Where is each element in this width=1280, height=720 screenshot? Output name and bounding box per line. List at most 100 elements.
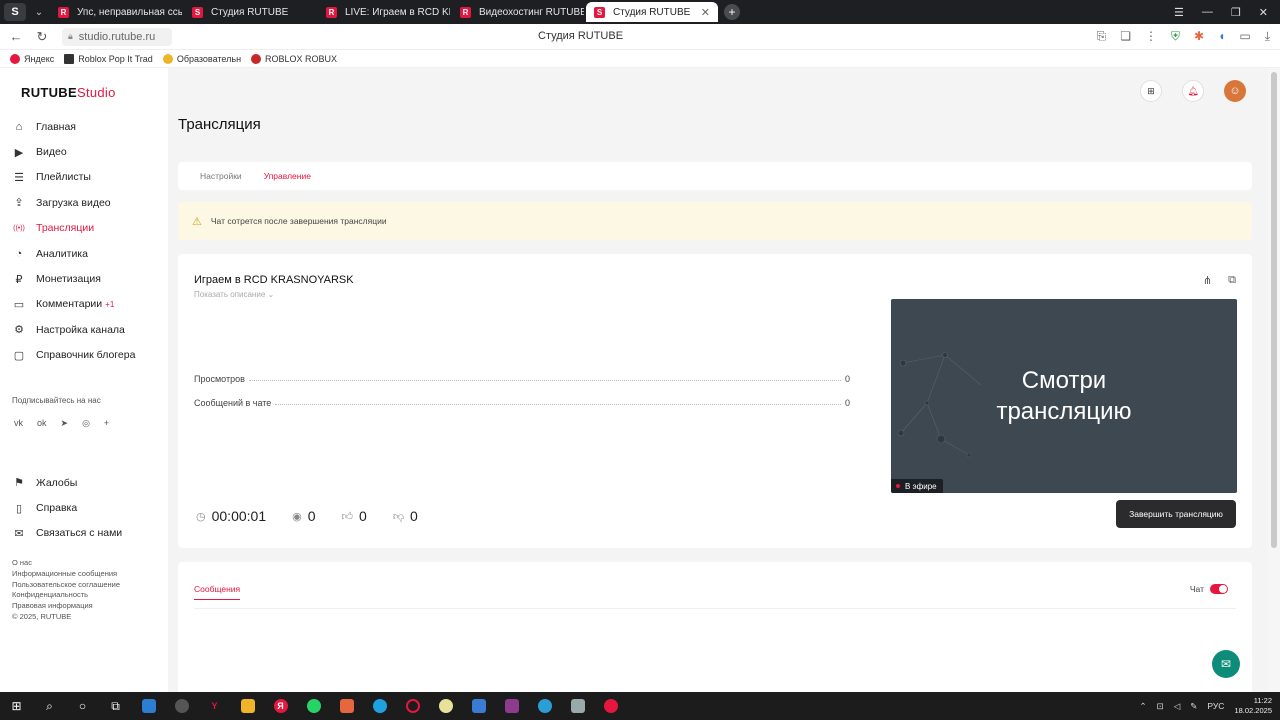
shield-app-icon[interactable] bbox=[462, 692, 495, 720]
end-stream-button[interactable]: Завершить трансляцию bbox=[1116, 500, 1236, 528]
sidebar-item-monetization[interactable]: ₽ Монетизация bbox=[12, 266, 135, 291]
menu-icon[interactable]: ☰ bbox=[1174, 6, 1184, 19]
more-icon[interactable]: ⋮ bbox=[1145, 29, 1157, 44]
flag-icon: ⚑ bbox=[14, 477, 24, 490]
footer-link-privacy[interactable]: Конфиденциальность bbox=[12, 590, 120, 601]
reload-icon[interactable]: ↻ bbox=[32, 29, 52, 45]
shield-icon[interactable]: ⛨ bbox=[1171, 29, 1180, 44]
sidebar-item-contact[interactable]: ✉ Связаться с нами bbox=[12, 521, 122, 546]
sidebar-item-playlists[interactable]: ☰ Плейлисты bbox=[12, 165, 135, 190]
volume-icon[interactable]: ◁ bbox=[1174, 701, 1181, 712]
footer-link-about[interactable]: О нас bbox=[12, 558, 120, 569]
start-icon[interactable]: ⊞ bbox=[0, 692, 33, 720]
browser-tab[interactable]: RLIVE: Играем в RCD KRAS bbox=[318, 2, 450, 22]
chrome-icon[interactable] bbox=[429, 692, 462, 720]
chat-switch[interactable] bbox=[1210, 584, 1228, 594]
browser-tab-active[interactable]: S Студия RUTUBE ✕ bbox=[586, 2, 718, 22]
bell-icon[interactable]: 🔔︎ bbox=[1182, 80, 1204, 102]
sidebar-item-complaints[interactable]: ⚑ Жалобы bbox=[12, 470, 122, 495]
translate-icon[interactable]: ⎘ bbox=[1097, 29, 1107, 44]
whatsapp-icon[interactable] bbox=[297, 692, 330, 720]
browser-icon[interactable] bbox=[528, 692, 561, 720]
bookmark-item[interactable]: Roblox Pop It Trad bbox=[64, 53, 153, 64]
download-icon[interactable]: ⤓ bbox=[1265, 29, 1270, 44]
close-window-icon[interactable]: ✕ bbox=[1259, 6, 1268, 19]
task-view-icon[interactable]: ⧉ bbox=[99, 692, 132, 720]
more-socials-icon[interactable]: + bbox=[104, 418, 109, 429]
support-chat-icon[interactable]: ✉ bbox=[1212, 650, 1240, 678]
minimize-icon[interactable]: — bbox=[1202, 6, 1213, 19]
windows-taskbar: ⊞ ⌕ ○ ⧉ Y Я ⌃ ⊡ ◁ ✎ РУС 11:22 18.02.2025 bbox=[0, 692, 1280, 720]
footer-link-info[interactable]: Информационные сообщения bbox=[12, 569, 120, 580]
bookmark-item[interactable]: ROBLOX ROBUX bbox=[251, 53, 337, 64]
add-content-icon[interactable]: ⊞ bbox=[1140, 80, 1162, 102]
chevron-down-icon[interactable]: ⌄ bbox=[30, 3, 48, 21]
record-icon[interactable] bbox=[594, 692, 627, 720]
network-icon[interactable]: ⊡ bbox=[1157, 701, 1164, 712]
metric-dislikes: 👎︎ 0 bbox=[392, 508, 418, 524]
sidebar-item-blogger-guide[interactable]: ▢ Справочник блогера bbox=[12, 343, 136, 368]
chevron-up-icon[interactable]: ⌃ bbox=[1140, 701, 1147, 712]
sidebar-item-channel-settings[interactable]: ⚙ Настройка канала bbox=[12, 317, 135, 342]
viewers-icon: ◉ bbox=[292, 510, 302, 523]
sidebar-item-upload[interactable]: ⇪ Загрузка видео bbox=[12, 190, 135, 215]
cortana-icon[interactable]: ○ bbox=[66, 692, 99, 720]
address-bar: ← ↻ 🔒︎ studio.rutube.ru Студия RUTUBE ⎘ ❏… bbox=[0, 24, 1280, 50]
telegram-icon[interactable]: ➤ bbox=[61, 418, 69, 429]
audio-icon[interactable]: ◖ bbox=[1218, 29, 1225, 44]
back-icon[interactable]: ← bbox=[6, 29, 26, 44]
yandex-icon[interactable]: Я bbox=[264, 692, 297, 720]
bookmark-icon[interactable]: ❏ bbox=[1120, 29, 1131, 44]
scrollbar-thumb[interactable] bbox=[1271, 72, 1277, 548]
app-icon[interactable] bbox=[561, 692, 594, 720]
opera-icon[interactable] bbox=[396, 692, 429, 720]
maximize-icon[interactable]: ❐ bbox=[1231, 6, 1241, 19]
tab-management[interactable]: Управление bbox=[264, 171, 311, 181]
browser-tab[interactable]: RВидеохостинг RUTUBE. С bbox=[452, 2, 584, 22]
avatar[interactable]: ☺ bbox=[1224, 80, 1246, 102]
store-icon[interactable] bbox=[132, 692, 165, 720]
sidebar-item-home[interactable]: ⌂ Главная bbox=[12, 114, 135, 139]
footer-link-agreement[interactable]: Пользовательское соглашение bbox=[12, 580, 120, 591]
sidebar-item-help[interactable]: ▯ Справка bbox=[12, 495, 122, 520]
browser-tab[interactable]: S Студия RUTUBE bbox=[184, 2, 316, 22]
clock[interactable]: 11:22 18.02.2025 bbox=[1234, 696, 1272, 716]
show-description-toggle[interactable]: Показать описание ⌄ bbox=[194, 290, 274, 299]
edge-icon[interactable] bbox=[363, 692, 396, 720]
page-scrollbar[interactable] bbox=[1268, 68, 1280, 692]
sidebar-item-comments[interactable]: ▭ Комментарии +1 bbox=[12, 292, 135, 317]
sidebar-item-analytics[interactable]: ◔ Аналитика bbox=[12, 241, 135, 266]
search-icon[interactable]: ⌕ bbox=[33, 692, 66, 720]
bookmark-item[interactable]: Яндекс bbox=[10, 53, 54, 64]
pen-icon[interactable]: ✎ bbox=[1190, 701, 1197, 712]
ok-icon[interactable]: ok bbox=[37, 418, 47, 429]
rutube-favicon-icon: R bbox=[58, 6, 69, 18]
yandex-browser-icon[interactable]: Y bbox=[198, 692, 231, 720]
new-tab-button[interactable]: + bbox=[724, 4, 740, 20]
rutube-studio-logo[interactable]: RUTUBEStudio bbox=[21, 85, 116, 100]
extension-icon[interactable]: ✱ bbox=[1194, 29, 1204, 44]
url-field[interactable]: 🔒︎ studio.rutube.ru bbox=[62, 27, 172, 46]
browser-tab[interactable]: RУпс, неправильная ссылка bbox=[50, 2, 182, 22]
browser-brand-button[interactable]: S bbox=[4, 3, 26, 21]
close-tab-icon[interactable]: ✕ bbox=[701, 6, 710, 19]
obs-icon[interactable] bbox=[330, 692, 363, 720]
tab-messages[interactable]: Сообщения bbox=[194, 584, 241, 600]
app-icon[interactable] bbox=[165, 692, 198, 720]
vk-icon[interactable]: vk bbox=[14, 418, 23, 429]
share-icon[interactable]: ⋔ bbox=[1203, 274, 1212, 287]
stream-preview[interactable]: Смотри трансляцию В эфире bbox=[891, 299, 1237, 493]
sidebar-item-streams[interactable]: ((•)) Трансляции bbox=[12, 216, 135, 241]
sidebar-icon[interactable]: ▭ bbox=[1239, 29, 1250, 44]
footer-link-legal[interactable]: Правовая информация bbox=[12, 601, 120, 612]
address-bar-actions: ⎘ ❏ ⋮ ⛨ ✱ ◖ ▭ ⤓ bbox=[1097, 29, 1270, 44]
comments-badge: +1 bbox=[105, 299, 115, 309]
external-link-icon[interactable]: ⧉ bbox=[1228, 274, 1236, 287]
viber-icon[interactable]: ◎ bbox=[82, 418, 90, 429]
language-indicator[interactable]: РУС bbox=[1207, 701, 1224, 711]
tab-settings[interactable]: Настройки bbox=[200, 171, 242, 181]
explorer-icon[interactable] bbox=[231, 692, 264, 720]
sidebar-item-video[interactable]: ▶ Видео bbox=[12, 139, 135, 164]
winrar-icon[interactable] bbox=[495, 692, 528, 720]
bookmark-item[interactable]: Образовательн bbox=[162, 53, 241, 64]
